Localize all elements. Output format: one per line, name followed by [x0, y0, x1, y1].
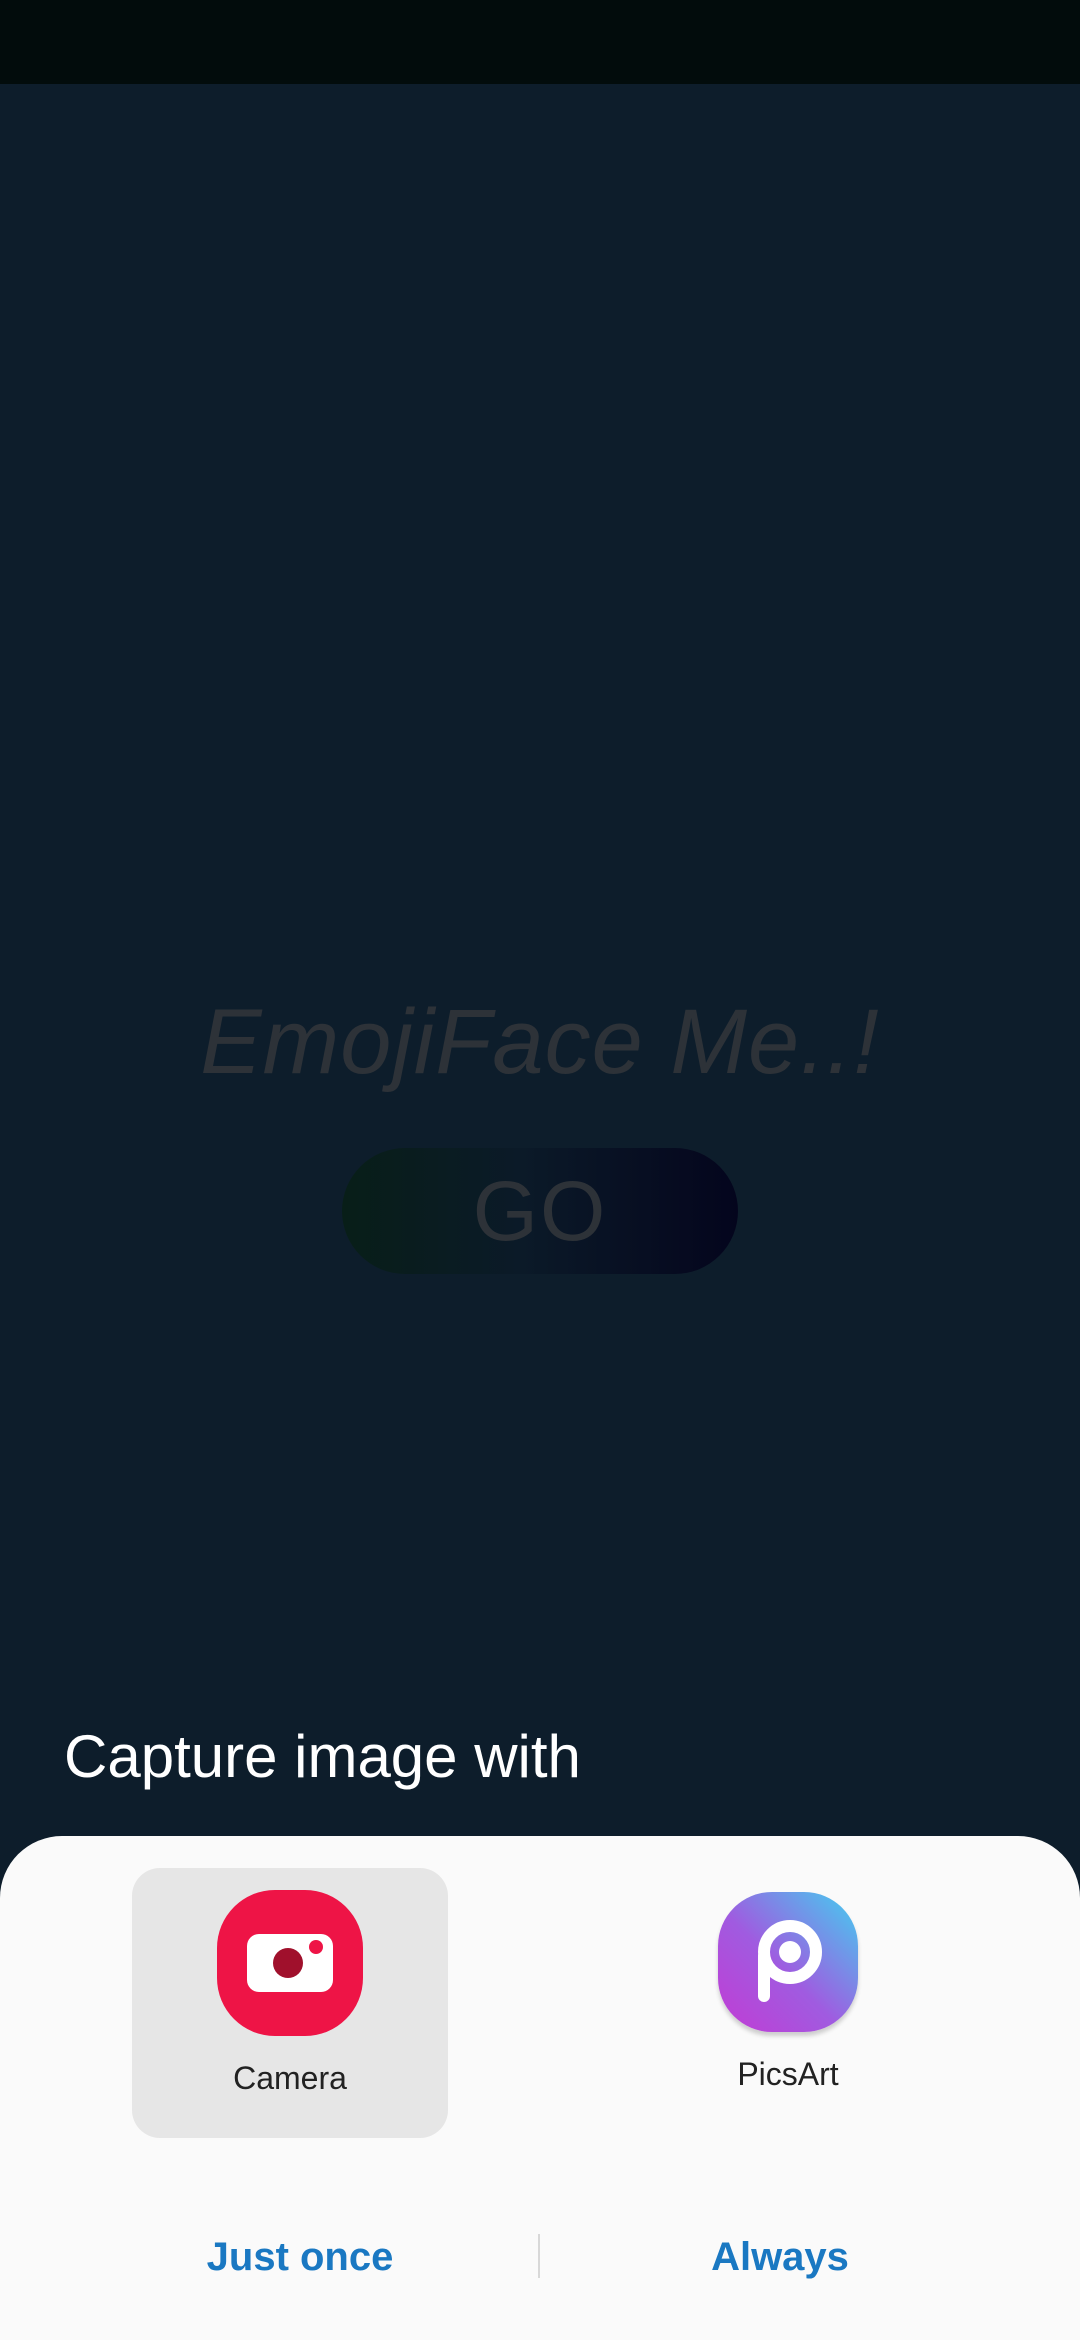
app-option-picsart[interactable]: PicsArt: [630, 1868, 946, 2138]
dialog-actions: Just once Always: [0, 2212, 1080, 2302]
app-option-camera[interactable]: Camera: [132, 1868, 448, 2138]
dialog-title: Capture image with: [64, 1723, 581, 1790]
app-title: EmojiFace Me..!: [200, 991, 880, 1093]
app-label-camera: Camera: [233, 2060, 347, 2096]
actions-divider: [538, 2234, 540, 2278]
just-once-button[interactable]: Just once: [100, 2212, 500, 2302]
app-label-picsart: PicsArt: [737, 2056, 839, 2092]
picsart-icon: [718, 1892, 858, 2032]
status-bar: [0, 0, 1080, 84]
app-chooser-sheet: Camera PicsArt Just once Always: [0, 1836, 1080, 2340]
camera-icon: [217, 1890, 363, 2036]
always-button[interactable]: Always: [580, 2212, 980, 2302]
go-button[interactable]: GO: [342, 1148, 738, 1274]
screen: EmojiFace Me..! GO Capture image with Ca…: [0, 0, 1080, 2340]
